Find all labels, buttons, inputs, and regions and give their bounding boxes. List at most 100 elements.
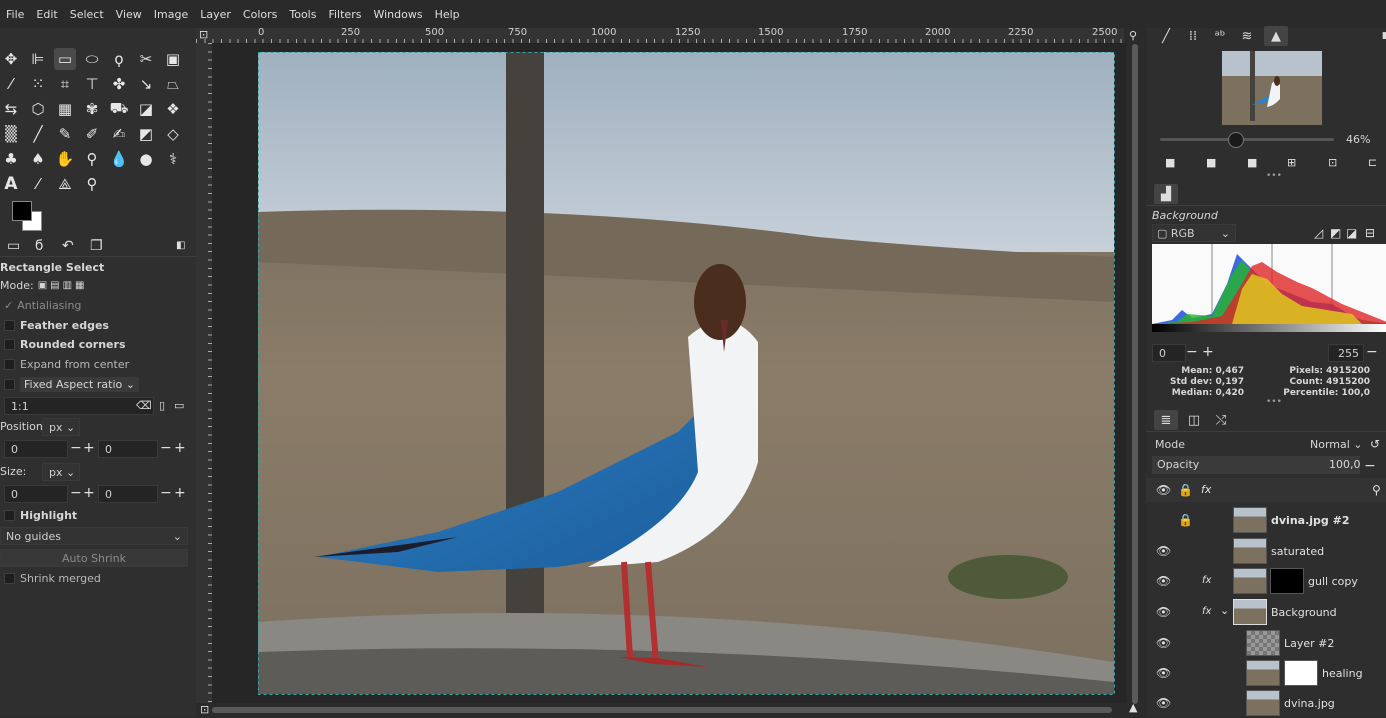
range-low-plus-icon[interactable]: + — [1202, 344, 1214, 360]
n-point-icon[interactable]: ❖ — [162, 98, 184, 120]
linear-histogram-icon[interactable]: ◿ — [1314, 225, 1323, 241]
histogram-view-icon[interactable]: ◪ — [1346, 225, 1357, 241]
menu-layer[interactable]: Layer — [194, 8, 237, 21]
airbrush-icon[interactable]: ✐ — [81, 123, 103, 145]
menu-windows[interactable]: Windows — [367, 8, 428, 21]
mode-buttons-icon[interactable]: ▣▤▥▦ — [38, 280, 88, 291]
horizontal-scroll-thumb[interactable] — [212, 707, 1112, 713]
unified-transform-icon[interactable]: ⊤ — [81, 73, 103, 95]
paths-tab-icon[interactable]: ⤭ — [1209, 410, 1233, 430]
highlight-checkbox[interactable] — [4, 509, 15, 521]
measure-icon[interactable]: ⟁ — [54, 173, 76, 195]
layers-tab-icon[interactable]: ≣ — [1154, 410, 1178, 430]
menu-select[interactable]: Select — [64, 8, 110, 21]
rect-select-icon[interactable]: ▭ — [54, 48, 76, 70]
flip-icon[interactable]: ⇆ — [0, 98, 22, 120]
log-histogram-icon[interactable]: ◩ — [1330, 225, 1341, 241]
text-icon[interactable]: ● — [135, 148, 157, 170]
perspective-icon[interactable]: ⬡ — [27, 98, 49, 120]
fuzzy-select-icon[interactable]: ⁄ — [0, 73, 22, 95]
layer-row[interactable]: 👁 Layer #2 — [1146, 628, 1386, 658]
histogram-settings-icon[interactable]: ⊟ — [1365, 225, 1375, 241]
pencil-icon[interactable]: ✎ — [54, 123, 76, 145]
blur-icon[interactable]: 💧 — [108, 148, 130, 170]
antialiasing-check-icon[interactable]: ✓ — [4, 299, 13, 312]
range-low-minus-icon[interactable]: − — [1186, 344, 1198, 360]
shrink-wrap-icon[interactable]: ⊏ — [1368, 155, 1377, 171]
size-w-field[interactable]: 0 — [4, 485, 68, 503]
position-y-field[interactable]: 0 — [98, 440, 158, 458]
dock-menu-icon[interactable]: ◧ — [1374, 26, 1386, 46]
color-picker-icon[interactable]: ⁄ — [27, 173, 49, 195]
brushes-tab-icon[interactable]: ╱ — [1154, 26, 1178, 46]
fixed-aspect-dropdown[interactable]: Fixed Aspect ratio ⌄ — [20, 376, 139, 392]
navigate-arrow-icon[interactable]: ▲ — [1129, 700, 1137, 716]
landscape-icon[interactable]: ▭ — [174, 398, 184, 414]
opacity-minus-icon[interactable]: − — [1364, 458, 1376, 474]
align-icon[interactable]: ⊫ — [27, 48, 49, 70]
shrink-merged-checkbox[interactable] — [4, 572, 15, 584]
color-select-icon[interactable]: ⁙ — [27, 73, 49, 95]
fixed-aspect-checkbox[interactable] — [4, 378, 15, 390]
undo-history-tab-icon[interactable]: ↶ — [62, 238, 74, 254]
range-high-field[interactable]: 255 — [1328, 344, 1364, 362]
visibility-eye-icon[interactable]: 👁 — [1156, 574, 1171, 588]
navigate-icon[interactable]: ⊡ — [200, 702, 209, 718]
layer-row[interactable]: 👁 dvina.jpg — [1146, 688, 1386, 718]
size-h-plus-icon[interactable]: + — [174, 485, 186, 501]
fonts-tab-icon[interactable]: ᵃᵇ — [1208, 26, 1232, 46]
layer-search-icon[interactable]: ⚲ — [1372, 482, 1381, 498]
zoom-out-icon[interactable]: ■ — [1165, 155, 1175, 171]
clear-field-icon[interactable]: ⌫ — [136, 398, 152, 414]
warp-icon[interactable]: ✤ — [108, 73, 130, 95]
perspective-clone-icon[interactable]: ♠ — [27, 148, 49, 170]
layer-row[interactable]: 👁 healing — [1146, 658, 1386, 688]
eraser-icon[interactable]: ◇ — [162, 123, 184, 145]
layer-mode-dropdown[interactable]: Normal ⌄ — [1310, 438, 1363, 451]
scissors-icon[interactable]: ✂ — [135, 48, 157, 70]
text-tool-icon[interactable]: A — [0, 173, 22, 195]
zoom-fit-icon[interactable]: ⊞ — [1287, 155, 1296, 171]
range-high-minus-icon[interactable]: − — [1366, 344, 1378, 360]
ellipse-select-icon[interactable]: ⬭ — [81, 48, 103, 70]
menu-help[interactable]: Help — [429, 8, 466, 21]
path-icon[interactable]: ⚕ — [162, 148, 184, 170]
visibility-eye-icon[interactable]: 👁 — [1156, 605, 1171, 619]
expand-center-checkbox[interactable] — [4, 358, 15, 370]
seamless-clone-icon[interactable]: ✾ — [81, 98, 103, 120]
auto-shrink-button[interactable]: Auto Shrink — [0, 549, 188, 567]
layers-stack-tab-icon[interactable]: ≋ — [1235, 26, 1259, 46]
horizontal-scrollbar[interactable]: ⊡ — [200, 703, 1126, 717]
patterns-tab-icon[interactable]: ⁞⁞ — [1181, 26, 1205, 46]
zoom-in-icon[interactable]: ■ — [1206, 155, 1216, 171]
size-h-field[interactable]: 0 — [98, 485, 158, 503]
tab-menu-icon[interactable]: ◧ — [176, 238, 185, 254]
navigator-preview[interactable] — [1222, 51, 1322, 125]
handle-transform-icon[interactable]: ↘ — [135, 73, 157, 95]
expand-chevron-icon[interactable]: ⌄ — [1220, 603, 1229, 619]
canvas-area[interactable] — [212, 44, 1126, 703]
channels-tab-icon[interactable]: ◫ — [1182, 410, 1206, 430]
layer-row[interactable]: 👁 saturated — [1146, 536, 1386, 566]
mypaint-icon[interactable]: ✍ — [108, 123, 130, 145]
crop-icon[interactable]: ⌗ — [54, 73, 76, 95]
zoom-fill-icon[interactable]: ⊡ — [1328, 155, 1337, 171]
vertical-scroll-thumb[interactable] — [1132, 44, 1138, 704]
range-low-field[interactable]: 0 — [1152, 344, 1186, 362]
position-y-minus-icon[interactable]: − — [160, 440, 172, 456]
ink-icon[interactable]: ▒ — [0, 123, 22, 145]
mode-reset-icon[interactable]: ↺ — [1370, 436, 1380, 452]
drag-handle-icon[interactable]: ••• — [1266, 171, 1282, 181]
rounded-corners-checkbox[interactable] — [4, 338, 15, 350]
image-canvas[interactable] — [212, 44, 1126, 703]
position-x-minus-icon[interactable]: − — [70, 440, 82, 456]
position-x-field[interactable]: 0 — [4, 440, 68, 458]
vertical-scrollbar[interactable]: ⚲ ▲ — [1126, 28, 1144, 717]
portrait-icon[interactable]: ▯ — [159, 398, 165, 414]
visibility-eye-icon[interactable]: 👁 — [1156, 666, 1171, 680]
feather-edges-checkbox[interactable] — [4, 319, 15, 331]
clone-icon[interactable]: ♣ — [0, 148, 22, 170]
position-x-plus-icon[interactable]: + — [83, 440, 95, 456]
visibility-eye-icon[interactable]: 👁 — [1156, 696, 1171, 710]
images-tab-icon[interactable]: ❐ — [90, 238, 103, 254]
